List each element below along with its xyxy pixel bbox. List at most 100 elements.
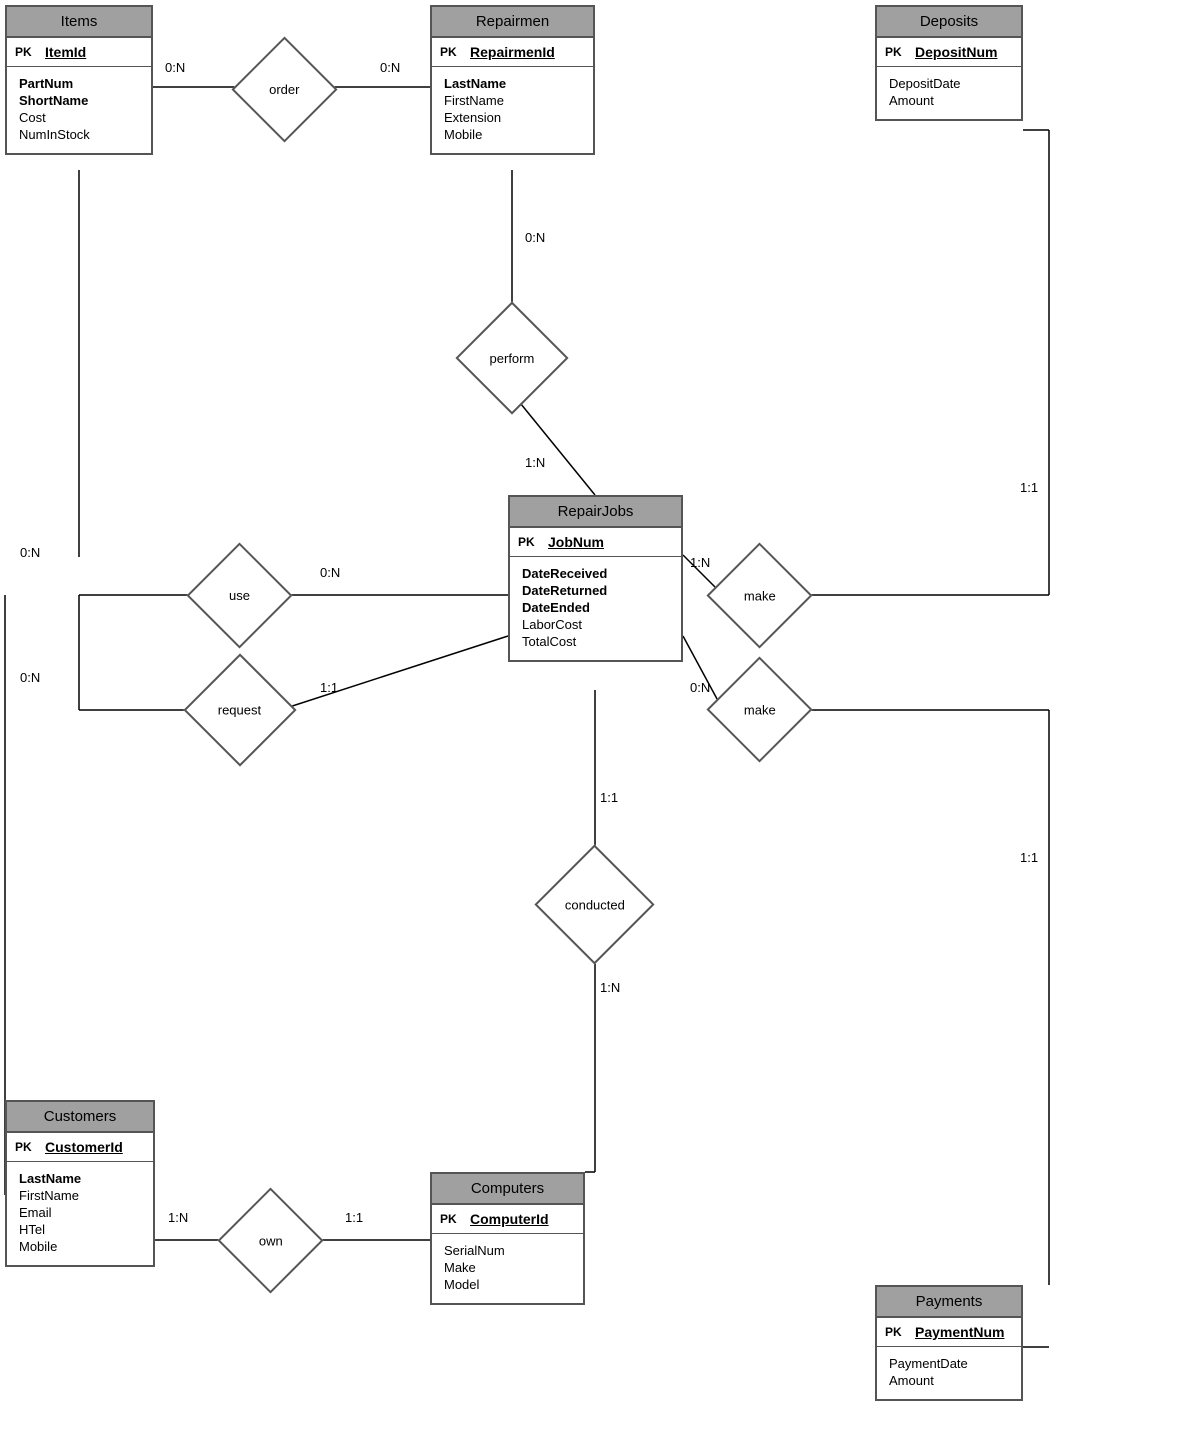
field-item: DepositDate xyxy=(889,75,1009,92)
field-item: Email xyxy=(19,1204,141,1221)
entity-customers-pk: PK CustomerId xyxy=(7,1133,153,1162)
field-item: Amount xyxy=(889,92,1009,109)
diamond-make-top-label: make xyxy=(744,588,776,603)
entity-items-fields: PartNum ShortName Cost NumInStock xyxy=(7,67,151,153)
field-item: PaymentDate xyxy=(889,1355,1009,1372)
repairmen-pk-field: RepairmenId xyxy=(470,44,555,60)
entity-computers: Computers PK ComputerId SerialNum Make M… xyxy=(430,1172,585,1305)
field-item: DateReceived xyxy=(522,565,669,582)
field-item: DateEnded xyxy=(522,599,669,616)
entity-repairmen: Repairmen PK RepairmenId LastName FirstN… xyxy=(430,5,595,155)
entity-payments-fields: PaymentDate Amount xyxy=(877,1347,1021,1399)
erd-diagram: Items PK ItemId PartNum ShortName Cost N… xyxy=(0,0,1200,1431)
cardinality-items-request: 0:N xyxy=(20,670,40,685)
cardinality-repairjobs-make-top: 1:N xyxy=(690,555,710,570)
cardinality-customers-own: 1:N xyxy=(168,1210,188,1225)
entity-repairjobs-pk: PK JobNum xyxy=(510,528,681,557)
entity-payments: Payments PK PaymentNum PaymentDate Amoun… xyxy=(875,1285,1023,1401)
payments-pk-label: PK xyxy=(885,1325,907,1339)
field-item: Make xyxy=(444,1259,571,1276)
field-item: LaborCost xyxy=(522,616,669,633)
diamond-use: use xyxy=(186,542,292,648)
entity-items: Items PK ItemId PartNum ShortName Cost N… xyxy=(5,5,153,155)
field-item: PartNum xyxy=(19,75,139,92)
deposits-pk-label: PK xyxy=(885,45,907,59)
cardinality-order-repairmen: 0:N xyxy=(380,60,400,75)
field-item: Cost xyxy=(19,109,139,126)
cardinality-perform-repairjobs: 1:N xyxy=(525,455,545,470)
cardinality-items-use: 0:N xyxy=(20,545,40,560)
cardinality-repairmen-perform: 0:N xyxy=(525,230,545,245)
entity-deposits-fields: DepositDate Amount xyxy=(877,67,1021,119)
items-pk-field: ItemId xyxy=(45,44,86,60)
diamond-order-label: order xyxy=(269,82,299,97)
entity-customers-fields: LastName FirstName Email HTel Mobile xyxy=(7,1162,153,1265)
field-item: Extension xyxy=(444,109,581,126)
customers-pk-label: PK xyxy=(15,1140,37,1154)
field-item: NumInStock xyxy=(19,126,139,143)
entity-payments-header: Payments xyxy=(877,1287,1021,1318)
computers-pk-label: PK xyxy=(440,1212,462,1226)
entity-payments-pk: PK PaymentNum xyxy=(877,1318,1021,1347)
cardinality-repairjobs-make-bottom: 0:N xyxy=(690,680,710,695)
diamond-order: order xyxy=(231,36,337,142)
field-item: TotalCost xyxy=(522,633,669,650)
entity-repairmen-fields: LastName FirstName Extension Mobile xyxy=(432,67,593,153)
entity-items-pk: PK ItemId xyxy=(7,38,151,67)
diamond-request: request xyxy=(183,653,296,766)
cardinality-own-computers: 1:1 xyxy=(345,1210,363,1225)
entity-repairjobs-fields: DateReceived DateReturned DateEnded Labo… xyxy=(510,557,681,660)
diamond-request-label: request xyxy=(218,703,261,718)
field-item: DateReturned xyxy=(522,582,669,599)
field-item: Mobile xyxy=(444,126,581,143)
repairmen-pk-label: PK xyxy=(440,45,462,59)
diamond-use-label: use xyxy=(229,588,250,603)
field-item: SerialNum xyxy=(444,1242,571,1259)
field-item: FirstName xyxy=(444,92,581,109)
customers-pk-field: CustomerId xyxy=(45,1139,123,1155)
entity-repairmen-header: Repairmen xyxy=(432,7,593,38)
entity-deposits-pk: PK DepositNum xyxy=(877,38,1021,67)
entity-repairmen-pk: PK RepairmenId xyxy=(432,38,593,67)
entity-customers-header: Customers xyxy=(7,1102,153,1133)
cardinality-make-top-deposits: 1:1 xyxy=(1020,480,1038,495)
diamond-own-label: own xyxy=(259,1233,283,1248)
diamond-make-bottom: make xyxy=(706,656,812,762)
cardinality-items-order: 0:N xyxy=(165,60,185,75)
entity-deposits-header: Deposits xyxy=(877,7,1021,38)
diamond-perform-label: perform xyxy=(490,350,535,365)
payments-pk-field: PaymentNum xyxy=(915,1324,1004,1340)
repairjobs-pk-field: JobNum xyxy=(548,534,604,550)
computers-pk-field: ComputerId xyxy=(470,1211,549,1227)
repairjobs-pk-label: PK xyxy=(518,535,540,549)
cardinality-repairjobs-conducted: 1:1 xyxy=(600,790,618,805)
entity-computers-fields: SerialNum Make Model xyxy=(432,1234,583,1303)
entity-customers: Customers PK CustomerId LastName FirstNa… xyxy=(5,1100,155,1267)
entity-deposits: Deposits PK DepositNum DepositDate Amoun… xyxy=(875,5,1023,121)
field-item: HTel xyxy=(19,1221,141,1238)
cardinality-use-repairjobs: 0:N xyxy=(320,565,340,580)
entity-repairjobs: RepairJobs PK JobNum DateReceived DateRe… xyxy=(508,495,683,662)
entity-computers-pk: PK ComputerId xyxy=(432,1205,583,1234)
cardinality-request-repairjobs: 1:1 xyxy=(320,680,338,695)
field-item: Model xyxy=(444,1276,571,1293)
field-item: FirstName xyxy=(19,1187,141,1204)
field-item: LastName xyxy=(19,1170,141,1187)
diamond-conducted: conducted xyxy=(534,844,654,964)
field-item: Amount xyxy=(889,1372,1009,1389)
field-item: ShortName xyxy=(19,92,139,109)
diamond-conducted-label: conducted xyxy=(565,897,625,912)
diamond-make-bottom-label: make xyxy=(744,702,776,717)
diamond-perform: perform xyxy=(455,301,568,414)
deposits-pk-field: DepositNum xyxy=(915,44,997,60)
diamond-make-top: make xyxy=(706,542,812,648)
cardinality-conducted-computers: 1:N xyxy=(600,980,620,995)
field-item: Mobile xyxy=(19,1238,141,1255)
entity-computers-header: Computers xyxy=(432,1174,583,1205)
diamond-own: own xyxy=(217,1187,323,1293)
entity-items-header: Items xyxy=(7,7,151,38)
entity-repairjobs-header: RepairJobs xyxy=(510,497,681,528)
items-pk-label: PK xyxy=(15,45,37,59)
field-item: LastName xyxy=(444,75,581,92)
cardinality-make-bottom-payments: 1:1 xyxy=(1020,850,1038,865)
